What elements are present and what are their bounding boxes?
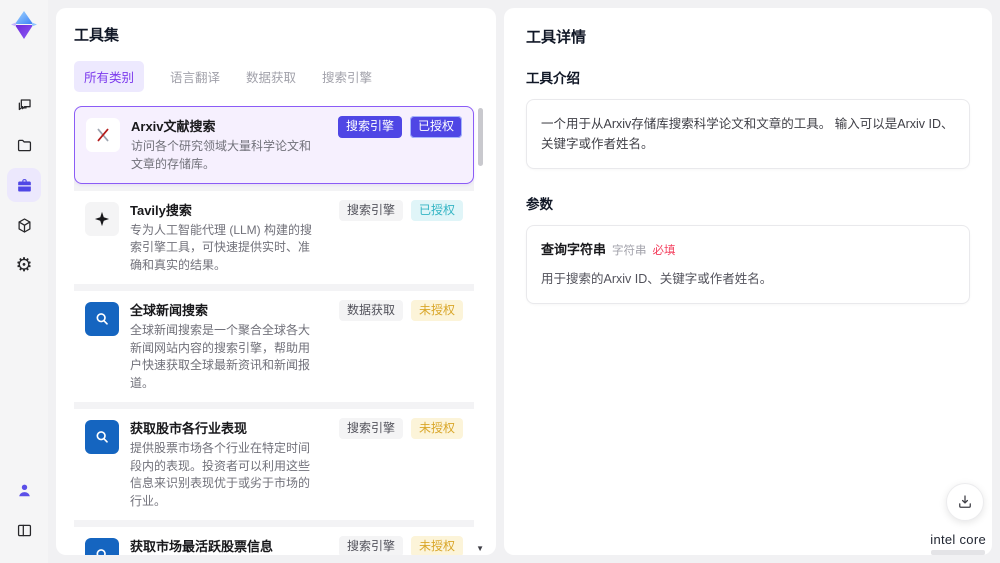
scroll-down-icon[interactable]: ▼ [476,544,484,553]
tool-title: Arxiv文献搜索 [131,119,216,134]
tab-0[interactable]: 所有类别 [74,61,145,92]
tool-description: 专为人工智能代理 (LLM) 构建的搜索引擎工具，可快速提供实时、准确和真实的结… [130,222,313,273]
tab-3[interactable]: 搜索引擎 [322,67,372,86]
tool-title: 全球新闻搜索 [130,302,209,318]
auth-status-badge: 未授权 [410,417,463,440]
tool-title: Tavily搜索 [130,202,192,218]
param-required-label: 必填 [652,245,676,257]
tool-badges: 数据获取 未授权 [338,299,463,322]
news-search-icon [85,537,119,555]
news-search-icon [85,301,119,336]
category-badge: 搜索引擎 [338,417,403,440]
tool-card[interactable]: 获取股市各行业表现提供股票市场各个行业在特定时间段内的表现。投资者可以利用这些信… [74,408,474,520]
auth-status-badge: 已授权 [409,116,462,138]
tools-panel: 工具集 所有类别 语言翻译 数据获取 搜索引擎 Arxiv文献搜索 访问各个研究领域大量… [56,8,496,555]
param-type: 字符串 [612,245,647,257]
tool-card[interactable]: 全球新闻搜索全球新闻搜索是一个聚合全球各大新闻网站内容的搜索引擎，帮助用户快速获… [74,290,474,402]
sidebar-item-toolbox briefcase-icon[interactable] [7,168,41,202]
auth-status-badge: 未授权 [410,535,463,555]
param-description: 用于搜索的Arxiv ID、关键字或作者姓名。 [541,271,773,286]
sidebar-item-settings gear-icon[interactable]: ⚙ [7,248,41,282]
rail-bottom-nav [7,467,41,553]
intro-text: 一个用于从Arxiv存储库搜索科学论文和文章的工具。 输入可以是Arxiv ID… [541,117,954,151]
category-badge: 搜索引擎 [338,535,403,555]
news-search-icon [85,419,119,454]
sidebar-item-panel-toggle columns-icon[interactable] [7,513,41,547]
intel-core-logo: intel core [930,532,986,555]
category-badge: 搜索引擎 [337,116,402,138]
details-panel: 工具详情 工具介绍 一个用于从Arxiv存储库搜索科学论文和文章的工具。 输入可… [504,8,992,555]
params-box: 查询字符串 字符串 必填用于搜索的Arxiv ID、关键字或作者姓名。 [526,225,970,304]
tool-card[interactable]: Tavily搜索专为人工智能代理 (LLM) 构建的搜索引擎工具，可快速提供实时… [74,190,474,284]
icon-rail: ⚙ [0,0,48,563]
param-name: 查询字符串 [541,242,607,257]
tool-description: 提供股票市场各个行业在特定时间段内的表现。投资者可以利用这些信息来识别表现优于或… [130,440,311,508]
app-root: ⚙ 工具集 所有类别 语言翻译 数据获取 搜索引擎 Arxiv文献搜索 访问各个研究领域… [0,0,1000,563]
tool-list: Arxiv文献搜索 访问各个研究领域大量科学论文和文章的存储库。 搜索引擎 已授权 Ta… [74,106,474,555]
tab-2[interactable]: 数据获取 [246,67,296,86]
tab-1[interactable]: 语言翻译 [170,67,220,86]
tool-title: 获取股市各行业表现 [130,420,248,436]
sidebar-item-files folder-icon[interactable] [7,128,41,162]
scrollbar[interactable]: ▼ [476,108,484,553]
auth-status-badge: 已授权 [410,199,463,222]
tool-badges: 搜索引擎 未授权 [338,417,463,440]
app-logo crystal-logo-icon [7,8,41,42]
param-header: 查询字符串 字符串 必填 [541,240,955,261]
tools-panel-title: 工具集 [74,27,120,44]
intro-box: 一个用于从Arxiv存储库搜索科学论文和文章的工具。 输入可以是Arxiv ID… [526,99,970,169]
tool-badges: 搜索引擎 已授权 [338,199,463,222]
download-button download-icon[interactable] [946,483,984,521]
star-icon [85,201,119,236]
tool-description: 访问各个研究领域大量科学论文和文章的存储库。 [131,139,312,171]
sidebar-item-account person-icon[interactable] [7,473,41,507]
details-panel-title: 工具详情 [526,29,587,46]
intel-core-badge-bar [931,550,986,555]
intel-core-text: intel core [930,532,986,547]
scrollbar-thumb[interactable] [478,108,483,166]
sidebar-item-chat chat-icon[interactable] [7,88,41,122]
auth-status-badge: 未授权 [410,299,463,322]
sidebar-item-plugins cube-icon[interactable] [7,208,41,242]
tool-description: 全球新闻搜索是一个聚合全球各大新闻网站内容的搜索引擎，帮助用户快速获取全球最新资… [130,322,311,390]
category-badge: 数据获取 [338,299,403,322]
tool-list-wrap: Arxiv文献搜索 访问各个研究领域大量科学论文和文章的存储库。 搜索引擎 已授权 Ta… [74,106,484,555]
category-badge: 搜索引擎 [338,199,403,222]
tool-badges: 搜索引擎 未授权 [338,535,463,555]
category-tabs: 所有类别 语言翻译 数据获取 搜索引擎 [74,61,484,92]
params-heading: 参数 [526,197,553,212]
intro-heading: 工具介绍 [526,71,580,86]
arxiv-x-icon [86,118,120,152]
tool-card[interactable]: Arxiv文献搜索访问各个研究领域大量科学论文和文章的存储库。 搜索引擎 已授权 [74,106,474,184]
tool-title: 获取市场最活跃股票信息 [130,538,274,554]
content-area: 工具集 所有类别 语言翻译 数据获取 搜索引擎 Arxiv文献搜索 访问各个研究领域大量… [48,0,1000,563]
rail-nav: ⚙ [7,82,41,288]
tool-card[interactable]: 获取市场最活跃股票信息提供当天交易量最高的股票列表，投资者可以利用这些信息来识别… [74,526,474,555]
tool-badges: 搜索引擎 已授权 [337,116,462,138]
